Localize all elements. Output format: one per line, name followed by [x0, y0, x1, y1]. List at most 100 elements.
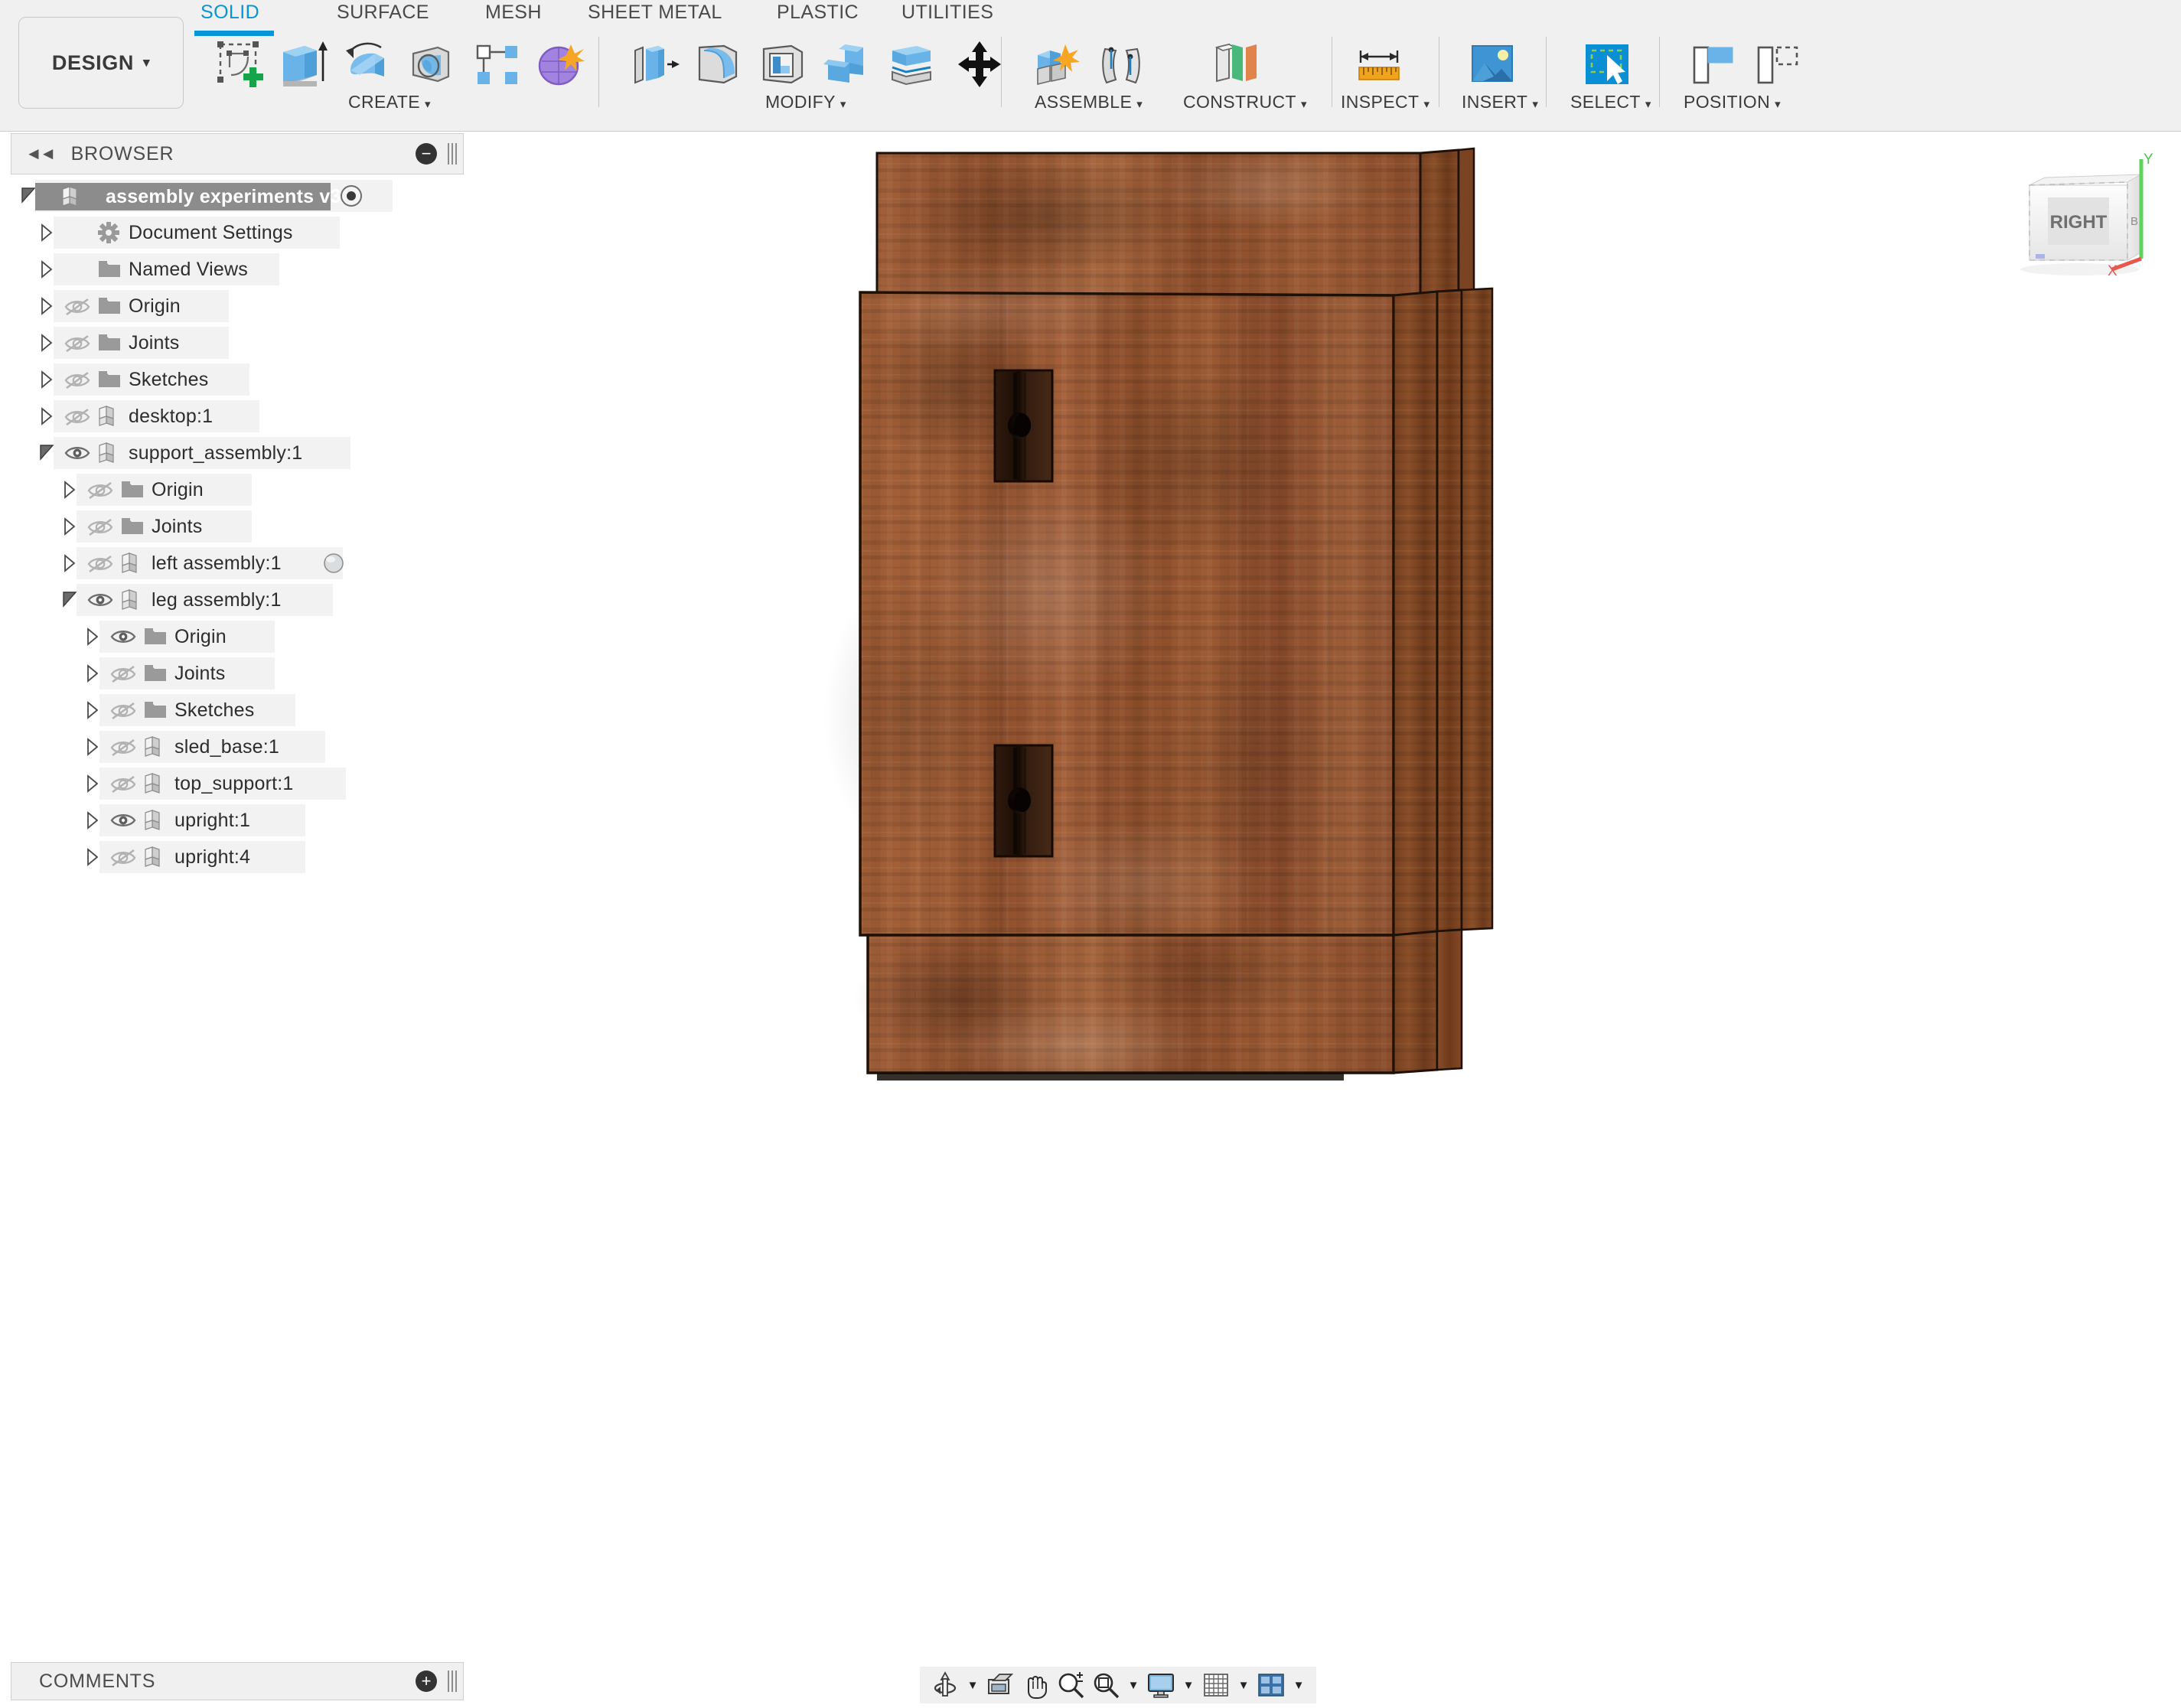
twisty-collapsed-icon[interactable]: [84, 810, 101, 834]
eye-off-icon[interactable]: [64, 334, 90, 357]
tree-row[interactable]: sled_base:1: [0, 729, 464, 765]
fillet-icon[interactable]: [686, 34, 750, 103]
twisty-collapsed-icon[interactable]: [84, 774, 101, 797]
tree-row[interactable]: leg assembly:1: [0, 582, 464, 618]
form-icon[interactable]: [528, 34, 592, 103]
viewport-canvas[interactable]: RIGHT B Y X: [464, 133, 2181, 1639]
twisty-collapsed-icon[interactable]: [61, 553, 78, 577]
tree-row[interactable]: Document Settings: [0, 214, 464, 251]
tree-row[interactable]: Origin: [0, 471, 464, 508]
tree-row[interactable]: Sketches: [0, 361, 464, 398]
offset-face-icon[interactable]: [879, 34, 943, 103]
upright-component[interactable]: [823, 145, 1492, 1086]
move-copy-icon[interactable]: [949, 34, 1013, 103]
display-settings-icon[interactable]: [1143, 1668, 1179, 1702]
tab-utilities[interactable]: UTILITIES: [901, 2, 993, 24]
eye-off-icon[interactable]: [87, 518, 113, 540]
toolbar-group-insert[interactable]: INSERT▾: [1462, 92, 1538, 112]
twisty-collapsed-icon[interactable]: [61, 517, 78, 540]
tab-plastic[interactable]: PLASTIC: [777, 2, 859, 24]
toolbar-group-assemble[interactable]: ASSEMBLE▾: [1035, 92, 1143, 112]
extrude-icon[interactable]: [269, 34, 334, 103]
toolbar-group-modify[interactable]: MODIFY▾: [765, 92, 846, 112]
model-3d-view[interactable]: [464, 133, 2181, 1639]
toolbar-group-position[interactable]: POSITION▾: [1684, 92, 1781, 112]
tree-row[interactable]: upright:1: [0, 802, 464, 839]
create-sketch-icon[interactable]: [208, 34, 272, 103]
grid-snaps-icon[interactable]: [1198, 1668, 1234, 1702]
eye-off-icon[interactable]: [87, 555, 113, 577]
grip-icon[interactable]: [448, 1671, 457, 1692]
eye-off-icon[interactable]: [64, 408, 90, 430]
eye-icon[interactable]: [87, 592, 113, 612]
press-pull-icon[interactable]: [621, 34, 686, 103]
tree-row[interactable]: left assembly:1: [0, 545, 464, 582]
tree-row[interactable]: Named Views: [0, 251, 464, 288]
eye-off-icon[interactable]: [110, 849, 136, 871]
twisty-collapsed-icon[interactable]: [38, 370, 55, 393]
pattern-icon[interactable]: [465, 34, 530, 103]
twisty-collapsed-icon[interactable]: [38, 406, 55, 430]
tree-row[interactable]: support_assembly:1: [0, 435, 464, 471]
tab-solid[interactable]: SOLID: [200, 2, 259, 24]
toolbar-group-select[interactable]: SELECT▾: [1570, 92, 1651, 112]
twisty-collapsed-icon[interactable]: [38, 333, 55, 357]
tab-mesh[interactable]: MESH: [485, 2, 542, 24]
twisty-collapsed-icon[interactable]: [84, 663, 101, 687]
sphere-icon[interactable]: [322, 552, 345, 579]
eye-icon[interactable]: [64, 445, 90, 465]
tree-row[interactable]: Joints: [0, 655, 464, 692]
twisty-collapsed-icon[interactable]: [38, 296, 55, 320]
zoom-icon[interactable]: [1053, 1668, 1088, 1702]
eye-off-icon[interactable]: [110, 702, 136, 724]
chevron-down-icon[interactable]: ▼: [963, 1668, 983, 1702]
eye-icon[interactable]: [110, 628, 136, 649]
twisty-collapsed-icon[interactable]: [61, 480, 78, 504]
view-cube[interactable]: RIGHT B Y X: [2013, 145, 2166, 291]
pan-icon[interactable]: [1018, 1668, 1053, 1702]
eye-off-icon[interactable]: [110, 738, 136, 761]
tab-sheet-metal[interactable]: SHEET METAL: [588, 2, 722, 24]
chevron-down-icon[interactable]: ▼: [1179, 1668, 1198, 1702]
toolbar-group-create[interactable]: CREATE▾: [348, 92, 431, 112]
orbit-icon[interactable]: [927, 1668, 963, 1702]
chevron-down-icon[interactable]: ▼: [1289, 1668, 1309, 1702]
tab-surface[interactable]: SURFACE: [337, 2, 429, 24]
chevron-down-icon[interactable]: ▼: [1234, 1668, 1254, 1702]
tree-row[interactable]: top_support:1: [0, 765, 464, 802]
fit-icon[interactable]: [1088, 1668, 1123, 1702]
tree-row[interactable]: desktop:1: [0, 398, 464, 435]
radio-icon[interactable]: [340, 184, 363, 211]
twisty-collapsed-icon[interactable]: [84, 737, 101, 761]
eye-off-icon[interactable]: [110, 775, 136, 797]
tree-row-label: support_assembly:1: [129, 442, 302, 464]
plus-icon[interactable]: +: [416, 1671, 437, 1692]
twisty-collapsed-icon[interactable]: [84, 847, 101, 871]
tree-row[interactable]: Joints: [0, 508, 464, 545]
double-left-arrow-icon[interactable]: ◄◄: [25, 144, 54, 164]
grip-icon[interactable]: [448, 143, 457, 165]
tree-row[interactable]: Sketches: [0, 692, 464, 729]
tree-row[interactable]: Origin: [0, 288, 464, 324]
tree-row[interactable]: Origin: [0, 618, 464, 655]
chevron-down-icon[interactable]: ▼: [1123, 1668, 1143, 1702]
eye-icon[interactable]: [110, 812, 136, 833]
toolbar-group-construct[interactable]: CONSTRUCT▾: [1183, 92, 1307, 112]
twisty-collapsed-icon[interactable]: [38, 259, 55, 283]
minimize-icon[interactable]: −: [416, 143, 437, 165]
tree-row[interactable]: Joints: [0, 324, 464, 361]
eye-off-icon[interactable]: [64, 298, 90, 320]
look-at-icon[interactable]: [983, 1668, 1018, 1702]
toolbar-group-inspect[interactable]: INSPECT▾: [1341, 92, 1430, 112]
twisty-expanded-icon[interactable]: [61, 590, 80, 612]
eye-off-icon[interactable]: [87, 481, 113, 504]
twisty-collapsed-icon[interactable]: [84, 627, 101, 650]
tree-row[interactable]: assembly experiments v32: [0, 178, 464, 214]
twisty-expanded-icon[interactable]: [38, 443, 57, 465]
viewports-icon[interactable]: [1254, 1668, 1289, 1702]
eye-off-icon[interactable]: [64, 371, 90, 393]
eye-off-icon[interactable]: [110, 665, 136, 687]
twisty-collapsed-icon[interactable]: [38, 223, 55, 246]
twisty-collapsed-icon[interactable]: [84, 700, 101, 724]
tree-row[interactable]: upright:4: [0, 839, 464, 875]
